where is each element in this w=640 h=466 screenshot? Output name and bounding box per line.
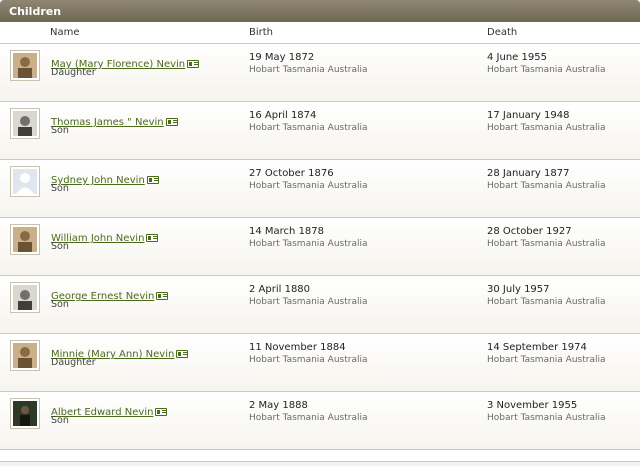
- birth-place: Hobart Tasmania Australia: [249, 297, 368, 307]
- death-date: 3 November 1955: [487, 400, 578, 411]
- table-row: Minnie (Mary Ann) Nevin Daughter 11 Novemb…: [0, 334, 640, 392]
- profile-card-icon[interactable]: [176, 350, 189, 358]
- table-row: May (Mary Florence) Nevin Daughter 19 May …: [0, 44, 640, 102]
- column-header-name: Name: [50, 27, 80, 38]
- table-row: Sydney John Nevin Son 27 October 1876 Hobar…: [0, 160, 640, 218]
- table-row: Albert Edward Nevin Son 2 May 1888 Hobart T…: [0, 392, 640, 450]
- child-name-cell: Thomas James " Nevin: [51, 110, 178, 129]
- death-date: 28 October 1927: [487, 226, 572, 237]
- birth-date: 27 October 1876: [249, 168, 334, 179]
- child-photo[interactable]: [10, 282, 40, 313]
- death-place: Hobart Tasmania Australia: [487, 181, 606, 191]
- death-place: Hobart Tasmania Australia: [487, 123, 606, 133]
- children-panel: Children Name Birth Death May (Mary Flor…: [0, 0, 640, 462]
- death-place: Hobart Tasmania Australia: [487, 413, 606, 423]
- panel-title: Children: [9, 5, 62, 18]
- death-date: 4 June 1955: [487, 52, 547, 63]
- death-place: Hobart Tasmania Australia: [487, 355, 606, 365]
- birth-place: Hobart Tasmania Australia: [249, 239, 368, 249]
- birth-date: 2 May 1888: [249, 400, 308, 411]
- child-photo[interactable]: [10, 50, 40, 81]
- child-relation: Son: [51, 299, 69, 310]
- profile-card-icon[interactable]: [146, 176, 159, 184]
- birth-place: Hobart Tasmania Australia: [249, 413, 368, 423]
- death-date: 30 July 1957: [487, 284, 550, 295]
- child-relation: Son: [51, 241, 69, 252]
- death-place: Hobart Tasmania Australia: [487, 239, 606, 249]
- column-header-birth: Birth: [249, 27, 274, 38]
- birth-place: Hobart Tasmania Australia: [249, 355, 368, 365]
- birth-date: 11 November 1884: [249, 342, 346, 353]
- child-relation: Son: [51, 125, 69, 136]
- death-place: Hobart Tasmania Australia: [487, 297, 606, 307]
- column-header-death: Death: [487, 27, 518, 38]
- birth-date: 19 May 1872: [249, 52, 315, 63]
- child-relation: Daughter: [51, 357, 96, 368]
- child-photo[interactable]: [10, 166, 40, 197]
- child-photo[interactable]: [10, 398, 40, 429]
- death-date: 17 January 1948: [487, 110, 570, 121]
- table-row: William John Nevin Son 14 March 1878 Hobart…: [0, 218, 640, 276]
- child-relation: Son: [51, 183, 69, 194]
- birth-date: 16 April 1874: [249, 110, 317, 121]
- birth-place: Hobart Tasmania Australia: [249, 123, 368, 133]
- child-relation: Daughter: [51, 67, 96, 78]
- table-row: George Ernest Nevin Son 2 April 1880 Hobart…: [0, 276, 640, 334]
- profile-card-icon[interactable]: [156, 292, 169, 300]
- death-date: 14 September 1974: [487, 342, 587, 353]
- birth-date: 2 April 1880: [249, 284, 311, 295]
- birth-place: Hobart Tasmania Australia: [249, 181, 368, 191]
- profile-card-icon[interactable]: [146, 234, 159, 242]
- child-photo[interactable]: [10, 224, 40, 255]
- child-photo[interactable]: [10, 340, 40, 371]
- panel-header: Children: [0, 0, 640, 22]
- profile-card-icon[interactable]: [187, 60, 200, 68]
- death-place: Hobart Tasmania Australia: [487, 65, 606, 75]
- birth-place: Hobart Tasmania Australia: [249, 65, 368, 75]
- death-date: 28 January 1877: [487, 168, 570, 179]
- table-row: Thomas James " Nevin Son 16 April 1874 Hoba…: [0, 102, 640, 160]
- child-photo[interactable]: [10, 108, 40, 139]
- birth-date: 14 March 1878: [249, 226, 325, 237]
- child-relation: Son: [51, 415, 69, 426]
- profile-card-icon[interactable]: [165, 118, 178, 126]
- profile-card-icon[interactable]: [155, 408, 168, 416]
